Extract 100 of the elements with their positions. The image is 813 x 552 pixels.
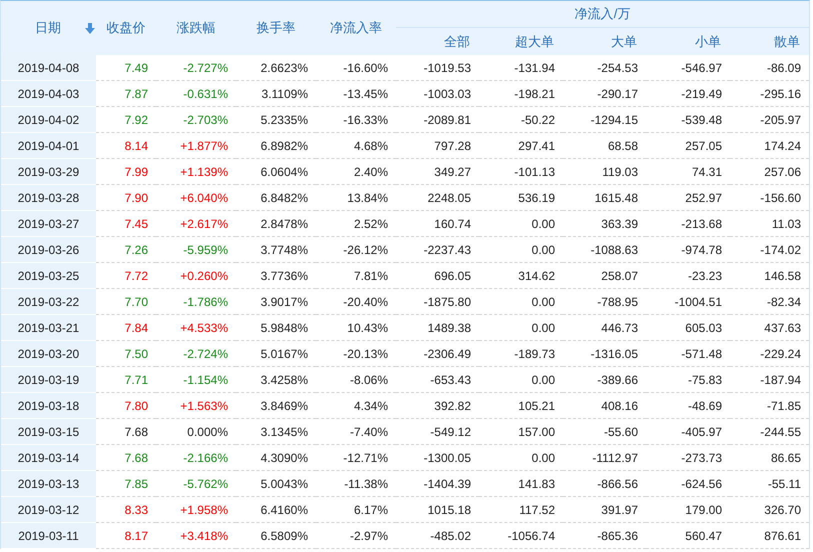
table-cell: 2019-03-20 (1, 341, 96, 367)
table-cell: 7.90 (96, 185, 156, 211)
table-cell: 174.24 (730, 133, 809, 159)
table-cell: 13.84% (316, 185, 396, 211)
table-cell: 7.49 (96, 55, 156, 81)
column-header[interactable]: 全部 (396, 28, 479, 55)
table-cell: -174.02 (730, 237, 809, 263)
sort-down-icon[interactable] (85, 22, 95, 34)
table-cell: -1112.97 (563, 445, 646, 471)
table-cell: 2.40% (316, 159, 396, 185)
table-cell: -16.33% (316, 107, 396, 133)
table-cell: +1.139% (156, 159, 236, 185)
column-group-header: 净流入/万 (396, 1, 809, 28)
table-cell: 8.17 (96, 523, 156, 549)
table-cell: 696.05 (396, 263, 479, 289)
table-cell: -1404.39 (396, 471, 479, 497)
table-cell: 2019-03-14 (1, 445, 96, 471)
table-cell: -389.66 (563, 367, 646, 393)
table-cell: -5.762% (156, 471, 236, 497)
table-cell: 7.85 (96, 471, 156, 497)
table-cell: 2019-04-02 (1, 107, 96, 133)
column-header[interactable]: 小单 (646, 28, 730, 55)
table-cell: 2019-03-11 (1, 523, 96, 549)
table-cell: 6.0604% (236, 159, 316, 185)
table-cell: 8.14 (96, 133, 156, 159)
table-cell: -1.786% (156, 289, 236, 315)
table-cell: 876.61 (730, 523, 809, 549)
table-cell: -1316.05 (563, 341, 646, 367)
table-cell: 0.00 (479, 445, 563, 471)
column-header[interactable]: 日期 (1, 1, 96, 55)
table-cell: -539.48 (646, 107, 730, 133)
table-cell: -2.727% (156, 55, 236, 81)
table-cell: -244.55 (730, 419, 809, 445)
table-cell: +2.617% (156, 211, 236, 237)
table-cell: -101.13 (479, 159, 563, 185)
table-cell: 3.7736% (236, 263, 316, 289)
column-header[interactable]: 换手率 (236, 1, 316, 55)
table-cell: +0.260% (156, 263, 236, 289)
table-cell: -549.12 (396, 419, 479, 445)
table-cell: -50.22 (479, 107, 563, 133)
table-cell: -75.83 (646, 367, 730, 393)
column-header[interactable]: 大单 (563, 28, 646, 55)
table-cell: 74.31 (646, 159, 730, 185)
table-cell: 2019-04-08 (1, 55, 96, 81)
column-header[interactable]: 散单 (730, 28, 809, 55)
table-cell: 2019-03-27 (1, 211, 96, 237)
table-cell: -295.16 (730, 81, 809, 107)
table-cell: +6.040% (156, 185, 236, 211)
table-cell: 5.0167% (236, 341, 316, 367)
column-header[interactable]: 收盘价 (96, 1, 156, 55)
table-cell: 2019-03-13 (1, 471, 96, 497)
table-cell: -205.97 (730, 107, 809, 133)
table-cell: 2.6623% (236, 55, 316, 81)
table-cell: 6.5809% (236, 523, 316, 549)
table-cell: -865.36 (563, 523, 646, 549)
table-cell: 160.74 (396, 211, 479, 237)
table-cell: -2.97% (316, 523, 396, 549)
table-cell: 2019-03-26 (1, 237, 96, 263)
table-cell: -1004.51 (646, 289, 730, 315)
table-cell: -1088.63 (563, 237, 646, 263)
table-cell: +1.958% (156, 497, 236, 523)
table-cell: -23.23 (646, 263, 730, 289)
table-cell: -5.959% (156, 237, 236, 263)
table-cell: -974.78 (646, 237, 730, 263)
table-cell: -405.97 (646, 419, 730, 445)
column-header[interactable]: 净流入率 (316, 1, 396, 55)
table-cell: 2019-03-18 (1, 393, 96, 419)
table-cell: 7.92 (96, 107, 156, 133)
table-cell: 314.62 (479, 263, 563, 289)
table-cell: 257.06 (730, 159, 809, 185)
table-cell: 3.7748% (236, 237, 316, 263)
table-cell: -2306.49 (396, 341, 479, 367)
table-cell: 7.99 (96, 159, 156, 185)
table-cell: -1875.80 (396, 289, 479, 315)
table-cell: 146.58 (730, 263, 809, 289)
table-cell: -571.48 (646, 341, 730, 367)
table-cell: -2.703% (156, 107, 236, 133)
table-cell: 5.9848% (236, 315, 316, 341)
table-cell: +4.533% (156, 315, 236, 341)
table-cell: 0.00 (479, 315, 563, 341)
column-header[interactable]: 超大单 (479, 28, 563, 55)
table-cell: 3.9017% (236, 289, 316, 315)
table-cell: 5.0043% (236, 471, 316, 497)
table-cell: 10.43% (316, 315, 396, 341)
table-cell: 7.87 (96, 81, 156, 107)
table-cell: 3.1109% (236, 81, 316, 107)
table-cell: -653.43 (396, 367, 479, 393)
table-cell: 7.80 (96, 393, 156, 419)
table-cell: 119.03 (563, 159, 646, 185)
table-cell: 4.34% (316, 393, 396, 419)
table-cell: 560.47 (646, 523, 730, 549)
table-cell: -16.60% (316, 55, 396, 81)
table-cell: 7.70 (96, 289, 156, 315)
table-cell: 363.39 (563, 211, 646, 237)
table-cell: 86.65 (730, 445, 809, 471)
column-header[interactable]: 涨跌幅 (156, 1, 236, 55)
table-cell: 2019-03-12 (1, 497, 96, 523)
table-cell: -26.12% (316, 237, 396, 263)
table-cell: 2019-03-28 (1, 185, 96, 211)
table-cell: -7.40% (316, 419, 396, 445)
